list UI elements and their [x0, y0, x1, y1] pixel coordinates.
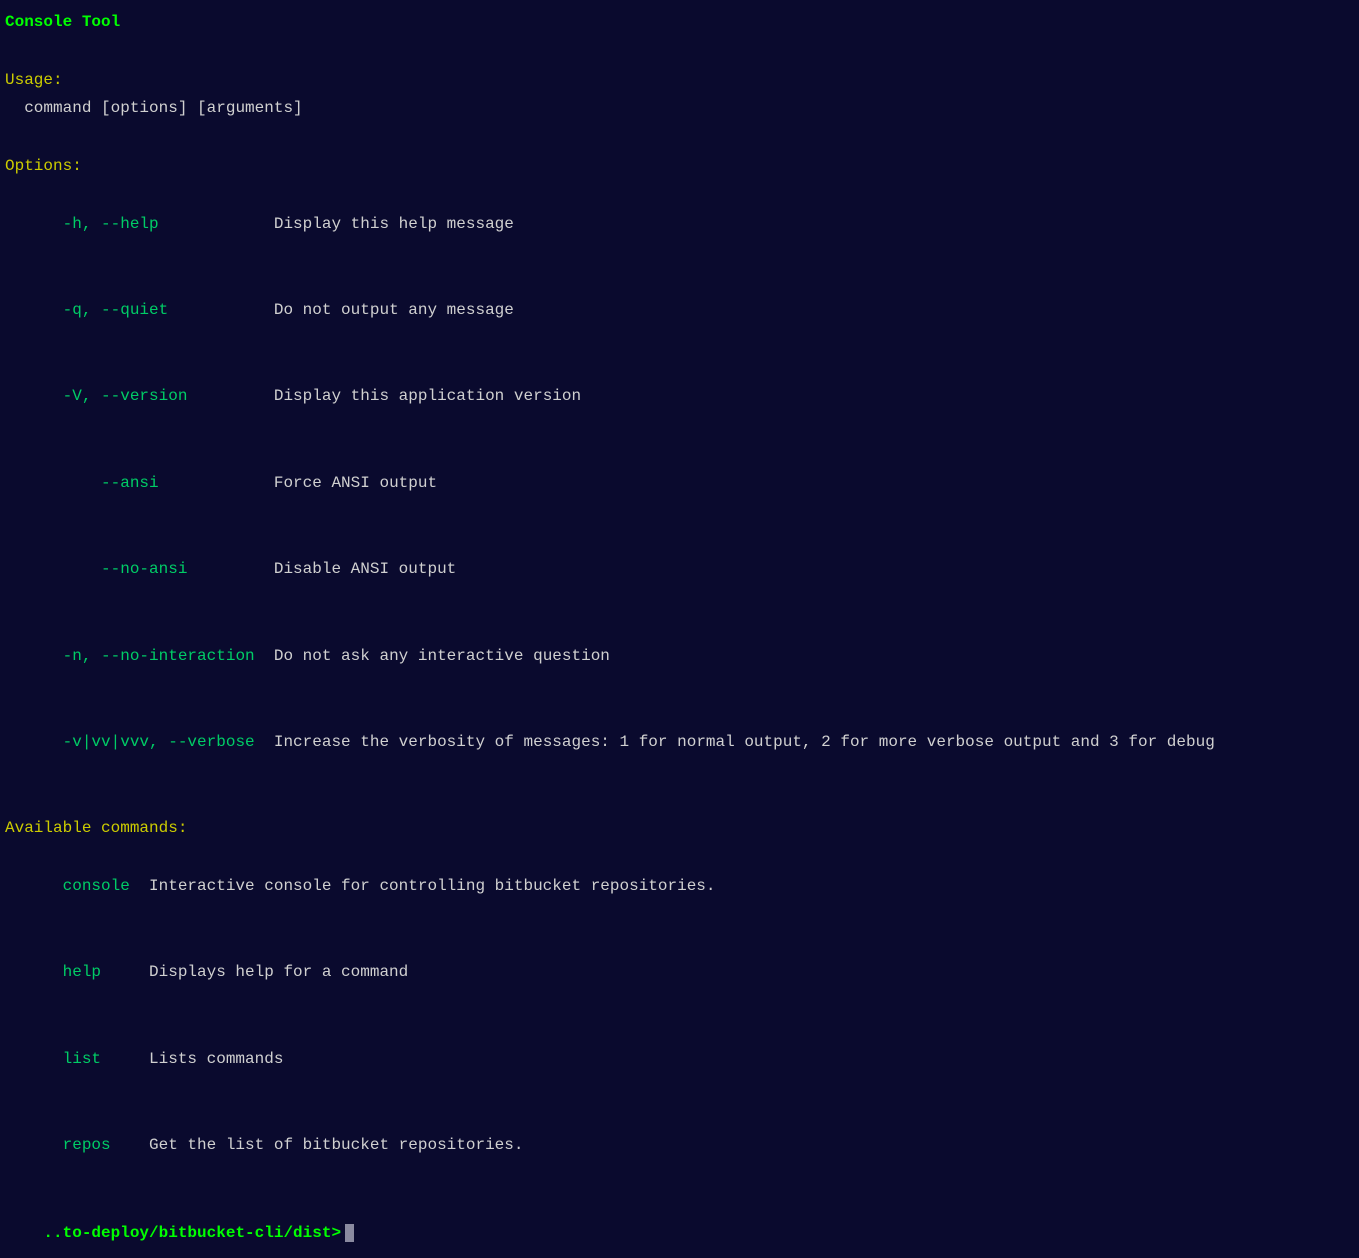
blank-line: [5, 786, 1354, 815]
command-desc: Get the list of bitbucket repositories.: [149, 1136, 523, 1154]
app-title: Console Tool: [5, 8, 1354, 37]
option-flag: --ansi: [63, 469, 274, 498]
option-flag: -h, --help: [63, 210, 274, 239]
option-desc: Display this application version: [274, 387, 581, 405]
option-row: -h, --helpDisplay this help message: [5, 181, 1354, 267]
terminal-output[interactable]: Console Tool Usage: command [options] [a…: [5, 8, 1354, 1258]
usage-text: command [options] [arguments]: [5, 94, 1354, 123]
option-flag: -v|vv|vvv, --verbose: [63, 728, 274, 757]
option-desc: Display this help message: [274, 215, 514, 233]
command-row: helpDisplays help for a command: [5, 930, 1354, 1016]
option-row: --no-ansiDisable ANSI output: [5, 526, 1354, 612]
command-name: list: [63, 1045, 149, 1074]
usage-header: Usage:: [5, 66, 1354, 95]
command-desc: Lists commands: [149, 1050, 283, 1068]
prompt-line[interactable]: ..to-deploy/bitbucket-cli/dist>: [5, 1191, 1354, 1258]
prompt-path: ..to-deploy/bitbucket-cli/dist>: [43, 1224, 341, 1242]
option-desc: Do not output any message: [274, 301, 514, 319]
command-desc: Interactive console for controlling bitb…: [149, 877, 716, 895]
command-row: reposGet the list of bitbucket repositor…: [5, 1102, 1354, 1188]
options-header: Options:: [5, 152, 1354, 181]
cursor-icon: [345, 1224, 354, 1242]
option-row: -q, --quietDo not output any message: [5, 267, 1354, 353]
blank-line: [5, 123, 1354, 152]
option-flag: -V, --version: [63, 382, 274, 411]
option-desc: Force ANSI output: [274, 474, 437, 492]
blank-line: [5, 37, 1354, 66]
command-row: listLists commands: [5, 1016, 1354, 1102]
command-name: repos: [63, 1131, 149, 1160]
option-flag: -q, --quiet: [63, 296, 274, 325]
command-name: help: [63, 958, 149, 987]
command-row: consoleInteractive console for controlli…: [5, 843, 1354, 929]
option-flag: -n, --no-interaction: [63, 642, 274, 671]
command-name: console: [63, 872, 149, 901]
option-flag: --no-ansi: [63, 555, 274, 584]
commands-header: Available commands:: [5, 814, 1354, 843]
option-desc: Increase the verbosity of messages: 1 fo…: [274, 733, 1215, 751]
option-desc: Do not ask any interactive question: [274, 647, 610, 665]
option-desc: Disable ANSI output: [274, 560, 456, 578]
option-row: -n, --no-interactionDo not ask any inter…: [5, 613, 1354, 699]
command-desc: Displays help for a command: [149, 963, 408, 981]
option-row: -V, --versionDisplay this application ve…: [5, 354, 1354, 440]
option-row: -v|vv|vvv, --verboseIncrease the verbosi…: [5, 699, 1354, 785]
option-row: --ansiForce ANSI output: [5, 440, 1354, 526]
